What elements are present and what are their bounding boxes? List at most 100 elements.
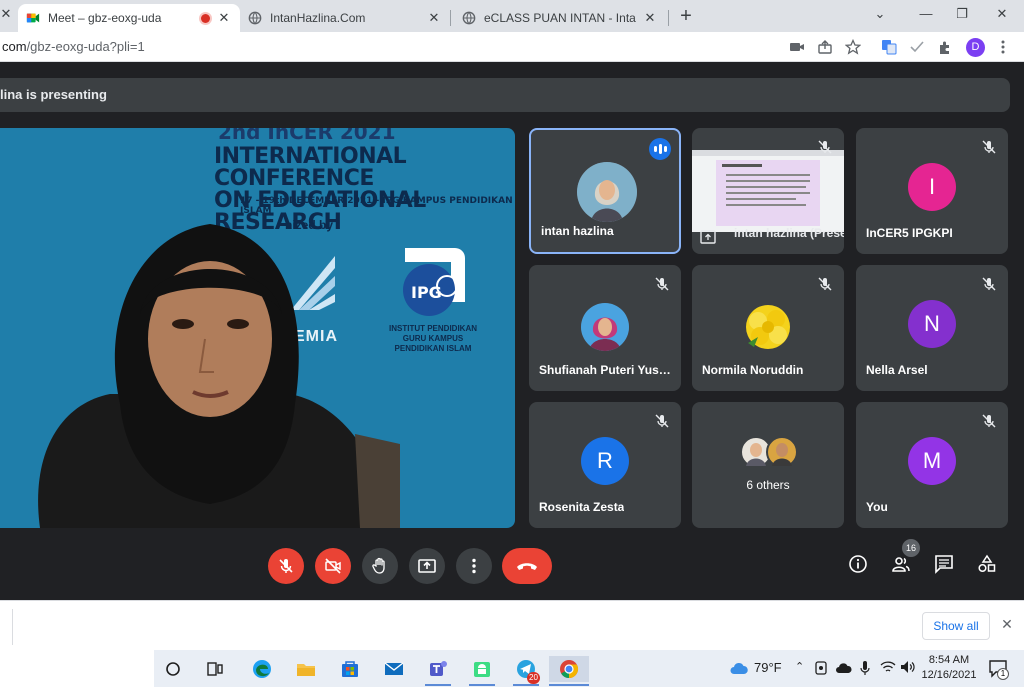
participant-tile[interactable]: intan hazlina (Presentation) — [692, 128, 844, 254]
window-close-icon[interactable]: ✕ — [990, 4, 1014, 24]
chrome-icon[interactable] — [549, 656, 589, 682]
tab-intanhazlina[interactable]: IntanHazlina.Com ✕ — [240, 4, 450, 32]
globe-icon — [248, 11, 262, 25]
menu-dots-icon[interactable] — [994, 38, 1012, 56]
presentation-thumbnail — [692, 150, 844, 232]
tab-meet[interactable]: Meet – gbz-eoxg-uda ✕ — [18, 4, 240, 32]
clock-time: 8:54 AM — [928, 654, 970, 666]
others-label: 6 others — [746, 478, 790, 492]
participant-tile-self[interactable]: M You — [856, 402, 1008, 528]
android-running-indicator — [469, 684, 495, 686]
more-vert-icon — [472, 558, 476, 574]
weather-cloud-icon — [730, 662, 748, 674]
share-icon[interactable] — [816, 38, 834, 56]
translate-icon[interactable] — [880, 38, 898, 56]
raise-hand-icon — [372, 557, 385, 574]
weather-temp[interactable]: 79°F — [754, 660, 782, 675]
mail-icon[interactable] — [381, 656, 407, 682]
end-call-button[interactable] — [502, 548, 552, 584]
meet-now-icon[interactable] — [814, 660, 828, 676]
clock-date: 12/16/2021 — [921, 669, 977, 681]
mic-off-icon — [982, 277, 996, 291]
participant-name: You — [866, 500, 888, 514]
prev-tab-close-icon[interactable]: ✕ — [0, 4, 18, 24]
minimize-icon[interactable]: — — [914, 4, 938, 24]
participant-tile[interactable]: Shufianah Puteri Yus… — [529, 265, 681, 391]
participant-tile[interactable]: R Rosenita Zesta — [529, 402, 681, 528]
tab-close-icon[interactable]: ✕ — [426, 10, 442, 26]
main-video-tile[interactable]: 2nd InCER 2021 INTERNATIONAL CONFERENCE … — [0, 128, 515, 528]
onedrive-icon[interactable] — [836, 662, 852, 674]
check-icon[interactable] — [908, 38, 926, 56]
extensions-icon[interactable] — [936, 38, 954, 56]
present-now-button[interactable] — [409, 548, 445, 584]
participant-name: Normila Noruddin — [702, 363, 804, 377]
others-tile[interactable]: 6 others — [692, 402, 844, 528]
tab-eclass[interactable]: eCLASS PUAN INTAN - IntanHazli ✕ — [454, 4, 666, 32]
restore-icon[interactable]: ❐ — [950, 4, 974, 24]
browser-tab-strip: ✕ Meet – gbz-eoxg-uda ✕ IntanHazlina.Com… — [0, 0, 1024, 32]
shelf-close-icon[interactable]: ✕ — [998, 615, 1016, 633]
avatar: I — [908, 163, 956, 211]
recording-indicator-icon — [201, 13, 210, 23]
meet-favicon-icon — [26, 13, 40, 23]
avatar-photo-icon — [581, 303, 629, 351]
tab-close-icon[interactable]: ✕ — [216, 10, 232, 26]
avatar-photo-icon — [766, 436, 798, 468]
info-icon — [849, 555, 867, 573]
present-screen-icon — [700, 230, 716, 244]
end-call-icon — [517, 563, 537, 570]
mic-toggle-button[interactable] — [268, 548, 304, 584]
tab-close-icon[interactable]: ✕ — [642, 10, 658, 26]
camera-icon[interactable] — [788, 38, 806, 56]
chat-icon — [935, 555, 953, 574]
task-view-icon[interactable] — [202, 656, 228, 682]
telegram-badge: 20 — [527, 672, 540, 684]
file-explorer-icon[interactable] — [293, 656, 319, 682]
more-options-button[interactable] — [456, 548, 492, 584]
slide-top-partial: 2nd InCER 2021 — [218, 128, 396, 144]
avatar: R — [581, 437, 629, 485]
activities-button[interactable] — [975, 552, 999, 576]
telegram-running-indicator — [513, 684, 539, 686]
volume-icon[interactable] — [900, 660, 916, 674]
address-bar[interactable]: com/gbz-eoxg-uda?pli=1 — [2, 39, 145, 54]
present-screen-icon — [418, 559, 436, 573]
participant-name: intan hazlina — [541, 224, 614, 238]
raise-hand-button[interactable] — [362, 548, 398, 584]
participant-tile[interactable]: N Nella Arsel — [856, 265, 1008, 391]
edge-icon[interactable] — [249, 656, 275, 682]
participant-tile[interactable]: Normila Noruddin — [692, 265, 844, 391]
microphone-icon[interactable] — [860, 660, 870, 676]
participant-tile[interactable]: I InCER5 IPGKPI — [856, 128, 1008, 254]
teams-icon[interactable] — [425, 656, 451, 682]
shelf-divider — [12, 609, 13, 645]
android-icon[interactable] — [469, 656, 495, 682]
chat-button[interactable] — [932, 552, 956, 576]
teams-running-indicator — [425, 684, 451, 686]
camera-toggle-button[interactable] — [315, 548, 351, 584]
globe-icon — [462, 11, 476, 25]
url-path: /gbz-eoxg-uda?pli=1 — [26, 39, 145, 54]
avatar: M — [908, 437, 956, 485]
wifi-icon[interactable] — [880, 660, 896, 674]
slide-title-line1: INTERNATIONAL CONFERENCE — [214, 144, 407, 191]
mic-off-icon — [982, 414, 996, 428]
star-icon[interactable] — [844, 38, 862, 56]
profile-avatar[interactable]: D — [966, 38, 985, 57]
tab-search-icon[interactable]: ⌄ — [868, 4, 892, 24]
store-icon[interactable] — [337, 656, 363, 682]
ipg-logo-icon: IPG — [403, 248, 465, 316]
chrome-running-indicator — [549, 684, 589, 686]
participant-tile[interactable]: intan hazlina — [529, 128, 681, 254]
search-icon[interactable] — [160, 656, 186, 682]
show-all-button[interactable]: Show all — [922, 612, 990, 640]
taskbar-clock[interactable]: 8:54 AM 12/16/2021 — [920, 653, 978, 683]
mic-off-icon — [982, 140, 996, 154]
tab-title: eCLASS PUAN INTAN - IntanHazli — [484, 11, 636, 25]
new-tab-button[interactable]: + — [676, 6, 696, 26]
tray-chevron-icon[interactable]: ⌃ — [795, 660, 804, 673]
browser-toolbar: com/gbz-eoxg-uda?pli=1 D — [0, 32, 1024, 62]
meeting-details-button[interactable] — [846, 552, 870, 576]
meet-stage: lina is presenting 2nd InCER 2021 INTERN… — [0, 62, 1024, 600]
